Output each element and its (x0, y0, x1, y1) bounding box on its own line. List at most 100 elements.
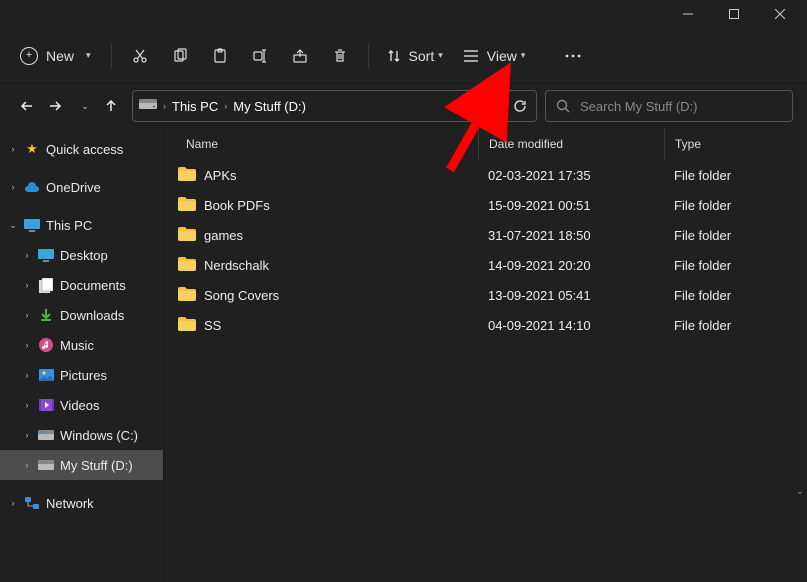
table-row[interactable]: APKs02-03-2021 17:35File folder (164, 160, 807, 190)
view-button[interactable]: View ▾ (455, 38, 534, 74)
sidebar-item-desktop[interactable]: › Desktop (0, 240, 163, 270)
file-date: 13-09-2021 05:41 (478, 288, 664, 303)
sidebar-item-my-stuff-d[interactable]: › My Stuff (D:) (0, 450, 163, 480)
sidebar-item-label: OneDrive (46, 180, 101, 195)
sidebar-item-label: Windows (C:) (60, 428, 138, 443)
sidebar-item-downloads[interactable]: › Downloads (0, 300, 163, 330)
sidebar-item-documents[interactable]: › Documents (0, 270, 163, 300)
sidebar-item-label: Quick access (46, 142, 123, 157)
file-type: File folder (664, 288, 807, 303)
drive-icon (38, 427, 54, 443)
title-bar (0, 0, 807, 28)
recent-locations-button[interactable]: ⌄ (74, 101, 92, 112)
music-icon (38, 337, 54, 353)
column-date-label: Date modified (489, 137, 563, 151)
sidebar-item-label: Downloads (60, 308, 124, 323)
file-name: APKs (204, 168, 237, 183)
forward-button[interactable] (46, 99, 64, 113)
sidebar-item-label: Videos (60, 398, 100, 413)
chevron-down-icon: ▾ (521, 50, 526, 61)
star-icon: ★ (24, 141, 40, 157)
maximize-button[interactable] (711, 0, 757, 28)
folder-icon (178, 317, 196, 334)
paste-button[interactable] (202, 38, 238, 74)
toolbar: + New ▾ Sort ▾ View ▾ (0, 28, 807, 84)
chevron-right-icon: › (22, 310, 32, 320)
chevron-right-icon: › (22, 340, 32, 350)
downloads-icon (38, 307, 54, 323)
search-input[interactable]: Search My Stuff (D:) (545, 90, 793, 122)
folder-icon (178, 257, 196, 274)
close-button[interactable] (757, 0, 803, 28)
chevron-right-icon: › (8, 182, 18, 192)
file-type: File folder (664, 168, 807, 183)
separator (111, 44, 112, 68)
separator (368, 44, 369, 68)
file-pane: Name ˄ Date modified Type APKs02-03-2021… (164, 128, 807, 582)
chevron-right-icon: › (22, 400, 32, 410)
sidebar-item-windows-c[interactable]: › Windows (C:) (0, 420, 163, 450)
chevron-right-icon: › (8, 144, 18, 154)
table-row[interactable]: Book PDFs15-09-2021 00:51File folder (164, 190, 807, 220)
address-dropdown-button[interactable]: ⌄ (460, 92, 488, 120)
plus-icon: + (20, 47, 38, 65)
more-button[interactable] (555, 38, 591, 74)
sidebar-item-network[interactable]: › Network (0, 488, 163, 518)
chevron-right-icon: › (22, 460, 32, 470)
sidebar-item-quick-access[interactable]: › ★ Quick access (0, 134, 163, 164)
breadcrumb-segment[interactable]: My Stuff (D:) (233, 99, 306, 114)
table-row[interactable]: SS04-09-2021 14:10File folder (164, 310, 807, 340)
documents-icon (38, 277, 54, 293)
table-row[interactable]: Song Covers 13-09-2021 05:41File folder (164, 280, 807, 310)
sidebar-item-pictures[interactable]: › Pictures (0, 360, 163, 390)
column-type-label: Type (675, 137, 701, 151)
pictures-icon (38, 367, 54, 383)
chevron-down-icon: ▾ (86, 50, 91, 61)
sidebar-item-videos[interactable]: › Videos (0, 390, 163, 420)
new-button[interactable]: + New ▾ (14, 38, 101, 74)
rename-button[interactable] (242, 38, 278, 74)
monitor-icon (24, 217, 40, 233)
delete-button[interactable] (322, 38, 358, 74)
navigation-pane[interactable]: › ★ Quick access › OneDrive ⌄ This PC › … (0, 128, 164, 582)
column-date[interactable]: Date modified (478, 128, 664, 160)
file-name: Nerdschalk (204, 258, 269, 273)
back-button[interactable] (18, 99, 36, 113)
share-button[interactable] (282, 38, 318, 74)
chevron-right-icon: › (22, 370, 32, 380)
column-headers: Name ˄ Date modified Type (164, 128, 807, 160)
table-row[interactable]: games31-07-2021 18:50File folder (164, 220, 807, 250)
file-date: 15-09-2021 00:51 (478, 198, 664, 213)
minimize-button[interactable] (665, 0, 711, 28)
copy-button[interactable] (162, 38, 198, 74)
drive-icon (139, 99, 157, 114)
column-type[interactable]: Type (664, 128, 807, 160)
sidebar-item-this-pc[interactable]: ⌄ This PC (0, 210, 163, 240)
chevron-right-icon: › (22, 430, 32, 440)
address-bar[interactable]: › This PC › My Stuff (D:) ⌄ (132, 90, 495, 122)
table-row[interactable]: Nerdschalk14-09-2021 20:20File folder (164, 250, 807, 280)
file-date: 14-09-2021 20:20 (478, 258, 664, 273)
file-type: File folder (664, 318, 807, 333)
chevron-down-icon: ▾ (438, 50, 443, 61)
sort-button[interactable]: Sort ▾ (379, 38, 451, 74)
file-list[interactable]: APKs02-03-2021 17:35File folderBook PDFs… (164, 160, 807, 582)
sidebar-item-label: My Stuff (D:) (60, 458, 133, 473)
file-name: SS (204, 318, 221, 333)
search-icon (556, 99, 570, 113)
cut-button[interactable] (122, 38, 158, 74)
chevron-right-icon: › (22, 250, 32, 260)
scroll-down-button[interactable]: ⌄ (793, 484, 807, 498)
up-button[interactable] (102, 99, 120, 113)
breadcrumb-segment[interactable]: This PC (172, 99, 218, 114)
sidebar-item-music[interactable]: › Music (0, 330, 163, 360)
refresh-button[interactable] (503, 90, 537, 122)
main-area: › ★ Quick access › OneDrive ⌄ This PC › … (0, 128, 807, 582)
chevron-down-icon: ⌄ (8, 220, 18, 231)
file-name: Song Covers (204, 288, 279, 303)
chevron-right-icon: › (224, 101, 227, 111)
cloud-icon (24, 179, 40, 195)
new-label: New (46, 48, 74, 64)
column-name[interactable]: Name ˄ (164, 128, 478, 160)
sidebar-item-onedrive[interactable]: › OneDrive (0, 172, 163, 202)
